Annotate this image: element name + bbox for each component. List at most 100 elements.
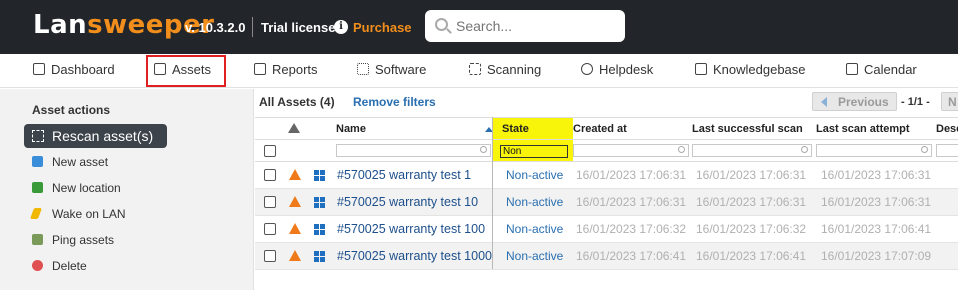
software-icon <box>357 63 369 75</box>
asset-state: Non-active <box>506 249 564 263</box>
created-at: 16/01/2023 17:06:32 <box>576 222 687 236</box>
nav-software[interactable]: Software <box>357 62 426 82</box>
name-filter-input[interactable] <box>336 144 491 157</box>
remove-filters-link[interactable]: Remove filters <box>353 95 436 109</box>
last-successful-scan: 16/01/2023 17:06:32 <box>696 222 807 236</box>
search-input[interactable] <box>456 17 616 35</box>
purchase-link[interactable]: Purchase <box>353 20 412 35</box>
created-at: 16/01/2023 17:06:31 <box>576 168 687 182</box>
warning-icon <box>289 169 301 180</box>
search-icon <box>435 18 448 31</box>
dashboard-icon <box>33 63 45 75</box>
warning-icon <box>288 123 300 133</box>
sidebar-item-label: Wake on LAN <box>52 207 126 221</box>
search-box[interactable] <box>425 10 625 42</box>
warning-icon <box>289 196 301 207</box>
logo-text-lan: Lan <box>33 10 88 40</box>
asset-name-link[interactable]: #570025 warranty test 1 <box>337 168 471 182</box>
assets-main: All Assets (4) Remove filters Previous -… <box>255 89 958 290</box>
nav-label: Knowledgebase <box>713 62 806 77</box>
nav-label: Scanning <box>487 62 542 77</box>
nav-label: Dashboard <box>51 62 115 77</box>
last-scan-attempt: 16/01/2023 17:07:09 <box>821 249 932 263</box>
warning-icon <box>289 223 301 234</box>
all-assets-title: All Assets (4) <box>259 95 335 109</box>
table-row[interactable]: #570025 warranty test 1 Non-active 16/01… <box>255 162 958 189</box>
lightning-icon <box>29 208 43 219</box>
delete-icon <box>32 260 43 271</box>
created-filter-input[interactable] <box>573 144 689 157</box>
arrow-left-icon <box>821 97 827 107</box>
windows-icon <box>314 170 325 181</box>
warning-icon <box>289 250 301 261</box>
windows-icon <box>314 251 325 262</box>
asset-name-link[interactable]: #570025 warranty test 10 <box>337 195 478 209</box>
nav-label: Calendar <box>864 62 917 77</box>
last-attempt-filter-input[interactable] <box>816 144 932 157</box>
last-scan-attempt: 16/01/2023 17:06:41 <box>821 222 932 236</box>
select-all-checkbox[interactable] <box>264 145 276 157</box>
col-header-name[interactable]: Name <box>336 123 366 135</box>
asset-name-link[interactable]: #570025 warranty test 100 <box>337 222 485 236</box>
asset-actions-sidebar: Asset actions Rescan asset(s) New asset … <box>0 89 254 290</box>
nav-helpdesk[interactable]: Helpdesk <box>581 62 653 82</box>
rescan-icon <box>32 130 44 142</box>
nav-label: Reports <box>272 62 318 77</box>
nav-calendar[interactable]: Calendar <box>846 62 917 82</box>
description-filter-input[interactable] <box>936 144 958 157</box>
next-button[interactable]: N <box>941 92 958 111</box>
last-success-filter-input[interactable] <box>692 144 812 157</box>
row-checkbox[interactable] <box>264 196 276 208</box>
previous-button[interactable]: Previous <box>812 92 897 111</box>
assets-highlight-box <box>146 55 226 87</box>
nav-dashboard[interactable]: Dashboard <box>33 62 115 82</box>
sidebar-item-label: New location <box>52 181 121 195</box>
ping-icon <box>32 234 43 245</box>
asset-state: Non-active <box>506 168 564 182</box>
col-header-description[interactable]: Desc <box>936 123 958 135</box>
sidebar-title: Asset actions <box>32 103 111 117</box>
col-header-last-successful-scan[interactable]: Last successful scan <box>692 123 803 135</box>
last-scan-attempt: 16/01/2023 17:06:31 <box>821 168 932 182</box>
previous-label: Previous <box>838 95 889 109</box>
row-checkbox[interactable] <box>264 223 276 235</box>
search-icon <box>801 146 808 153</box>
info-icon[interactable]: i <box>334 20 348 34</box>
sidebar-item-label: Delete <box>52 259 87 273</box>
nav-reports[interactable]: Reports <box>254 62 318 82</box>
col-header-last-scan-attempt[interactable]: Last scan attempt <box>816 123 910 135</box>
created-at: 16/01/2023 17:06:41 <box>576 249 687 263</box>
search-icon <box>678 146 685 153</box>
last-successful-scan: 16/01/2023 17:06:41 <box>696 249 807 263</box>
rescan-assets-button[interactable]: Rescan asset(s) <box>24 124 167 148</box>
sidebar-item-label: Ping assets <box>52 233 115 247</box>
grid-header-row: Name State Created at Last successful sc… <box>255 117 958 140</box>
plus-icon <box>32 156 43 167</box>
table-row[interactable]: #570025 warranty test 1000 Non-active 16… <box>255 243 958 270</box>
row-checkbox[interactable] <box>264 250 276 262</box>
table-row[interactable]: #570025 warranty test 100 Non-active 16/… <box>255 216 958 243</box>
created-at: 16/01/2023 17:06:31 <box>576 195 687 209</box>
nav-scanning[interactable]: Scanning <box>469 62 541 82</box>
last-scan-attempt: 16/01/2023 17:06:31 <box>821 195 932 209</box>
search-icon <box>921 146 928 153</box>
windows-icon <box>314 224 325 235</box>
header-divider <box>252 17 253 37</box>
nav-label: Software <box>375 62 427 77</box>
row-checkbox[interactable] <box>264 169 276 181</box>
last-successful-scan: 16/01/2023 17:06:31 <box>696 195 807 209</box>
col-header-state[interactable]: State <box>502 123 529 135</box>
asset-name-link[interactable]: #570025 warranty test 1000 <box>337 249 492 263</box>
scanning-icon <box>469 63 481 75</box>
asset-state: Non-active <box>506 195 564 209</box>
col-header-created-at[interactable]: Created at <box>573 123 627 135</box>
state-filter-input[interactable]: Non <box>500 145 568 158</box>
sidebar-item-label: New asset <box>52 155 109 169</box>
nav-knowledgebase[interactable]: Knowledgebase <box>695 62 806 82</box>
plus-icon <box>32 182 43 193</box>
reports-icon <box>254 63 266 75</box>
windows-icon <box>314 197 325 208</box>
calendar-icon <box>846 63 858 75</box>
table-row[interactable]: #570025 warranty test 10 Non-active 16/0… <box>255 189 958 216</box>
search-icon <box>480 146 487 153</box>
